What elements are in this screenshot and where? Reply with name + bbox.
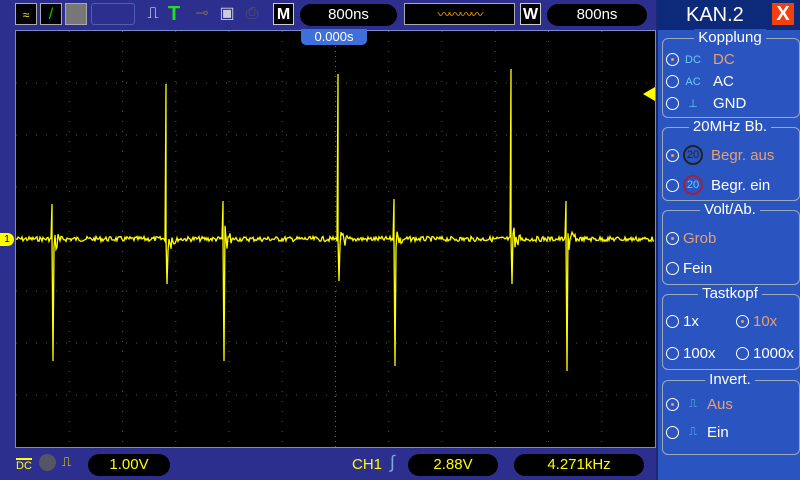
window-timebase-value[interactable]: 800ns [547, 4, 647, 26]
group-invert [662, 380, 800, 455]
dc-coupling-icon: DC [16, 458, 32, 472]
channel-menu: KAN.2 X Kopplung DC DC AC AC ⊥ GND 20MHz Bb.… [656, 0, 800, 480]
timebase-value[interactable]: 800ns [300, 4, 397, 26]
option-bw-on[interactable]: 20 Begr. ein [666, 175, 770, 195]
printer-icon: ⎙ [245, 5, 259, 22]
option-gnd[interactable]: ⊥ GND [666, 95, 746, 112]
option-bw-off[interactable]: 20 Begr. aus [666, 145, 774, 165]
trigger-time-marker[interactable]: 0.000s [301, 29, 367, 45]
dc-icon: DC [685, 53, 701, 66]
toolbar: ≈ / ⎍ T ⊸ ▣ ⎙ M 800ns 〰〰〰〰 W 800ns [0, 0, 656, 30]
menu-title-text: KAN.2 [686, 4, 744, 26]
group-label: Tastkopf [698, 285, 762, 302]
option-invert-on[interactable]: ⎍ Ein [666, 424, 729, 441]
close-button[interactable]: X [772, 3, 794, 25]
menu-title: KAN.2 X [658, 0, 800, 30]
invert-wave-icon: ⎍ [62, 454, 72, 469]
option-1x[interactable]: 1x [666, 313, 699, 330]
ac-icon: AC [685, 75, 701, 88]
window-label[interactable]: W [520, 3, 541, 25]
line-draw-icon[interactable]: / [40, 3, 62, 25]
key-icon: ⊸ [195, 5, 209, 22]
waveform-svg [15, 31, 655, 447]
group-label: Invert. [705, 371, 755, 388]
channel-waves-icon[interactable]: ≈ [15, 3, 37, 25]
blank-slot [91, 3, 135, 25]
persistence-icon[interactable] [65, 3, 87, 25]
trigger-source[interactable]: CH1 [352, 456, 382, 473]
option-invert-off[interactable]: ⎍ Aus [666, 396, 733, 413]
bw-20-icon: 20 [683, 175, 703, 195]
trigger-level-marker[interactable] [643, 87, 655, 101]
group-label: Kopplung [658, 29, 800, 46]
mode-label[interactable]: M [273, 3, 294, 25]
inverted-wave-icon: ⎍ [689, 426, 697, 438]
save-disk-icon[interactable]: ▣ [217, 3, 237, 25]
option-ac[interactable]: AC AC [666, 73, 734, 90]
option-1000x[interactable]: 1000x [736, 345, 794, 362]
option-100x[interactable]: 100x [666, 345, 716, 362]
bw-20-icon: 20 [683, 145, 703, 165]
trigger-T-icon[interactable]: T [166, 3, 182, 25]
ch1-trace [15, 68, 655, 372]
group-label: Volt/Ab. [700, 201, 760, 218]
frequency-value: 4.271kHz [514, 454, 644, 476]
trigger-level-value[interactable]: 2.88V [408, 454, 498, 476]
bw-limit-icon [39, 454, 56, 471]
option-dc[interactable]: DC DC [666, 51, 735, 68]
window-wave-icon[interactable]: 〰〰〰〰 [404, 3, 515, 25]
ch1-level-marker[interactable]: 1 [0, 233, 14, 246]
pulse-icon[interactable]: ⎍ [143, 3, 163, 25]
trigger-edge-icon: ∫ [390, 452, 395, 472]
group-label: 20MHz Bb. [688, 118, 772, 135]
option-fein[interactable]: Fein [666, 260, 712, 277]
option-grob[interactable]: Grob [666, 230, 716, 247]
option-10x[interactable]: 10x [736, 313, 777, 330]
wave-icon: ⎍ [689, 398, 697, 410]
volts-div-value[interactable]: 1.00V [88, 454, 170, 476]
ground-icon: ⊥ [688, 98, 698, 110]
waveform-display[interactable] [15, 30, 656, 448]
